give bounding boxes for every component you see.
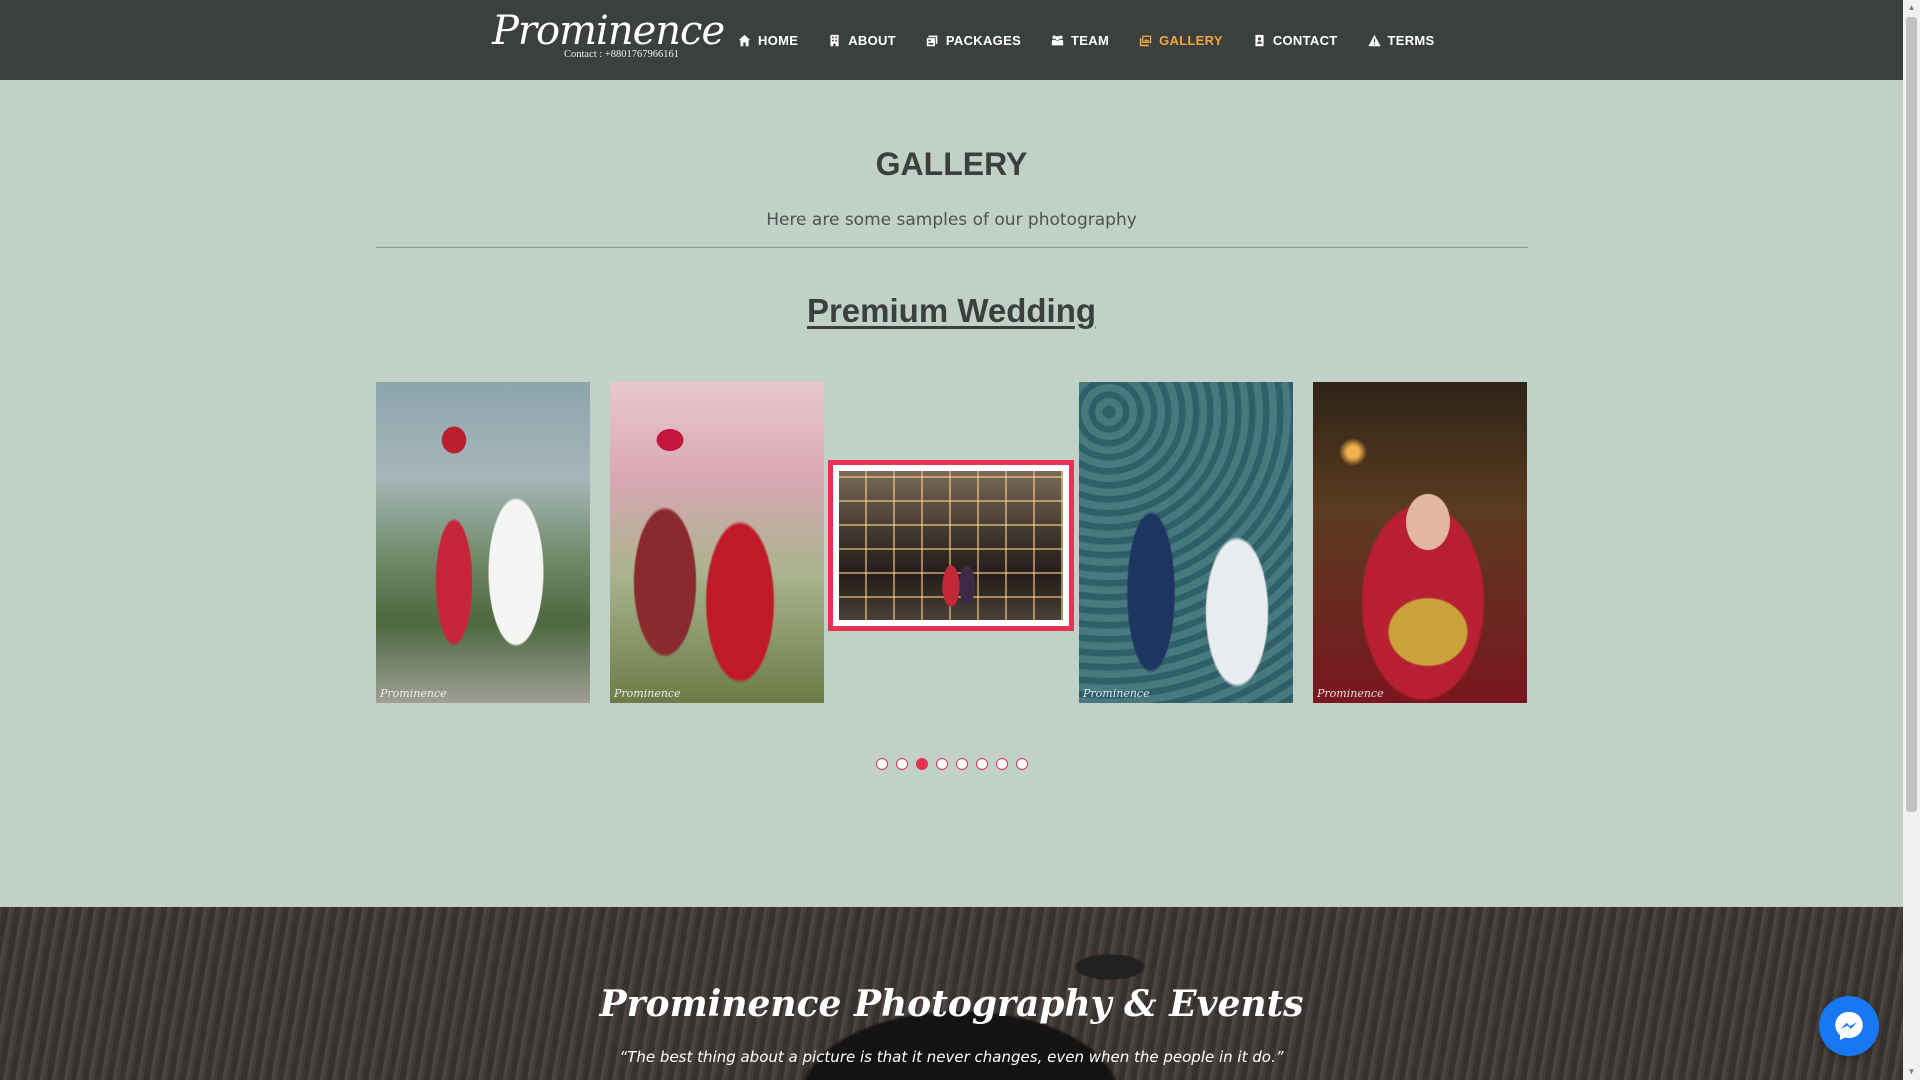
photo-watermark: Prominence	[1083, 687, 1150, 700]
nav-contact-label: CONTACT	[1272, 32, 1338, 48]
scroll-down-arrow[interactable]: ▼	[1903, 1064, 1920, 1080]
carousel-dot-7[interactable]	[995, 758, 1008, 770]
packages-icon	[926, 35, 938, 46]
section-divider	[376, 247, 1528, 248]
page-title: GALLERY	[875, 146, 1028, 182]
section-title: Premium Wedding	[806, 292, 1097, 329]
site-header: Prominence Contact : +8801767966161 HOME…	[0, 0, 1903, 80]
gallery-photo-active[interactable]	[828, 460, 1074, 631]
site-logo[interactable]: Prominence Contact : +8801767966161	[492, 8, 725, 74]
carousel-dot-6[interactable]	[975, 758, 988, 770]
contact-card-icon	[1255, 34, 1264, 46]
page-scrollbar[interactable]: ▲ ▼	[1903, 0, 1920, 1080]
nav-packages-label: PACKAGES	[945, 32, 1022, 48]
nav-contact[interactable]: CONTACT	[1253, 33, 1338, 48]
main-nav: HOME ABOUT PACKAGES TEAM GALLERY CONTACT…	[738, 0, 1465, 80]
active-photo-image	[839, 471, 1063, 620]
logo-text: Prominence	[492, 8, 725, 54]
nav-home[interactable]: HOME	[738, 33, 798, 48]
nav-terms-label: TERMS	[1387, 32, 1435, 48]
photo-watermark: Prominence	[380, 687, 447, 700]
nav-terms[interactable]: TERMS	[1367, 32, 1435, 48]
carousel-dot-3[interactable]	[915, 758, 928, 770]
nav-team-label: TEAM	[1071, 32, 1110, 48]
nav-gallery[interactable]: GALLERY	[1139, 33, 1223, 48]
gallery-photo-1[interactable]: Prominence	[376, 382, 590, 703]
gallery-photo-4[interactable]: Prominence	[1079, 382, 1293, 703]
scroll-up-arrow[interactable]: ▲	[1903, 0, 1920, 16]
nav-team[interactable]: TEAM	[1051, 33, 1109, 48]
carousel-dot-5[interactable]	[955, 758, 968, 770]
gallery-icon	[1139, 35, 1152, 46]
carousel-dot-8[interactable]	[1015, 758, 1028, 770]
carousel-dot-4[interactable]	[935, 758, 948, 770]
gallery-photo-2[interactable]: Prominence	[610, 382, 824, 703]
team-icon	[1051, 34, 1064, 45]
photo-watermark: Prominence	[614, 687, 681, 700]
photo-watermark: Prominence	[1317, 687, 1384, 700]
carousel-dot-2[interactable]	[895, 758, 908, 770]
gallery-photo-5[interactable]: Prominence	[1313, 382, 1527, 703]
building-icon	[830, 34, 839, 46]
warning-icon	[1367, 34, 1381, 46]
carousel-pagination	[0, 758, 1903, 770]
footer-title: Prominence Photography & Events	[599, 983, 1304, 1025]
footer-quote: “The best thing about a picture is that …	[619, 1048, 1284, 1066]
nav-packages[interactable]: PACKAGES	[926, 33, 1021, 48]
nav-home-label: HOME	[758, 32, 799, 48]
page-subtitle: Here are some samples of our photography	[766, 210, 1137, 230]
logo-contact: Contact : +8801767966161	[564, 49, 679, 60]
carousel-dot-1[interactable]	[875, 758, 888, 770]
nav-about[interactable]: ABOUT	[828, 33, 896, 48]
home-icon	[738, 34, 751, 46]
scroll-thumb[interactable]	[1906, 17, 1917, 812]
nav-about-label: ABOUT	[848, 32, 896, 48]
footer-banner: Prominence Photography & Events “The bes…	[0, 907, 1903, 1080]
nav-gallery-label: GALLERY	[1159, 32, 1223, 48]
